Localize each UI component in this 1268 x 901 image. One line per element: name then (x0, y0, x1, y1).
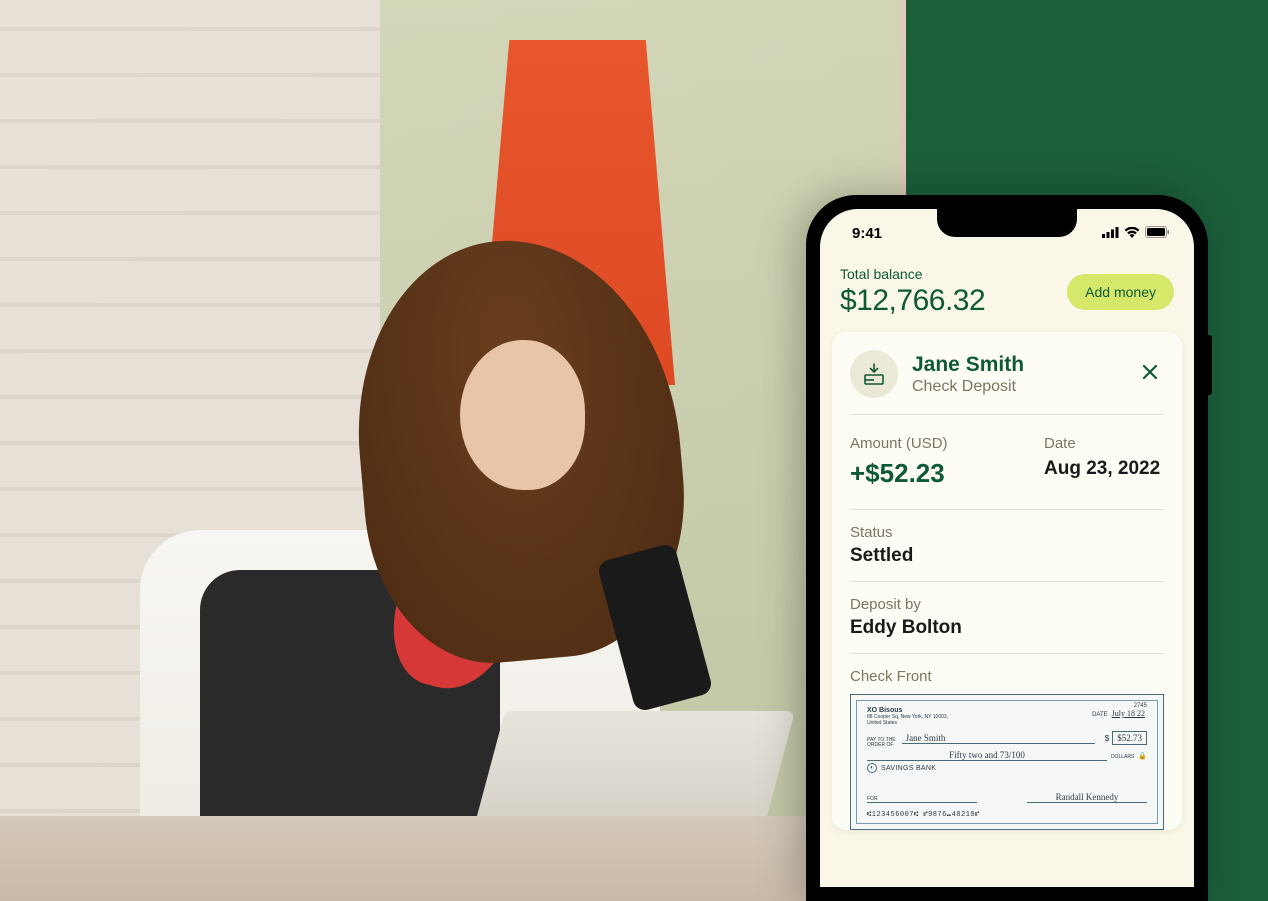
deposit-by-value: Eddy Bolton (850, 617, 1164, 639)
balance-header: Total balance $12,766.32 Add money (820, 248, 1194, 332)
bank-logo-icon: ◐ (867, 763, 877, 773)
total-balance-label: Total balance (840, 266, 985, 282)
status-icons (1102, 225, 1170, 242)
add-money-button[interactable]: Add money (1067, 274, 1174, 310)
check-image[interactable]: 2745 XO Bisous 88 Cooper Sq, New York, N… (850, 694, 1164, 830)
check-front-section: Check Front 2745 XO Bisous 88 Cooper Sq,… (850, 654, 1164, 830)
phone-notch (937, 209, 1077, 237)
status-time: 9:41 (852, 225, 882, 242)
phone-screen: 9:41 Total balance $12,766.32 Add money (820, 209, 1194, 887)
check-payer-addr2: United States (867, 720, 1147, 726)
check-amount-box: $52.73 (1112, 731, 1147, 745)
check-front-label: Check Front (850, 668, 932, 685)
battery-icon (1145, 225, 1170, 242)
lock-icon: 🔒 (1138, 752, 1147, 760)
status-value: Settled (850, 545, 1164, 567)
deposit-type: Check Deposit (912, 378, 1122, 396)
check-date-label: DATE (1092, 712, 1108, 718)
close-button[interactable] (1136, 360, 1164, 388)
check-for-label: FOR (867, 796, 878, 802)
phone-device-frame: 9:41 Total balance $12,766.32 Add money (806, 195, 1208, 901)
status-label: Status (850, 524, 1164, 541)
deposit-icon (850, 350, 898, 398)
deposit-card: Jane Smith Check Deposit Amount (USD) +$… (832, 332, 1182, 830)
amount-date-row: Amount (USD) +$52.23 Date Aug 23, 2022 (850, 415, 1164, 510)
table-surface (0, 816, 906, 901)
check-signature: Randall Kennedy (1027, 792, 1147, 803)
hero-photo (0, 0, 906, 901)
check-payto-value: Jane Smith (902, 733, 1095, 744)
total-balance-amount: $12,766.32 (840, 284, 985, 318)
check-dollars-label: DOLLARS (1111, 754, 1134, 760)
check-dollar-sign: $ (1105, 734, 1109, 743)
close-icon (1141, 363, 1159, 386)
check-bank-name: SAVINGS BANK (881, 765, 936, 772)
check-date-value: July 18 22 (1112, 709, 1145, 718)
check-micr-line: ⑆123456007⑆ ⑈9876⑉48210⑈ (867, 811, 980, 819)
status-field: Status Settled (850, 510, 1164, 582)
deposit-by-field: Deposit by Eddy Bolton (850, 582, 1164, 654)
check-written-amount: Fifty two and 73/100 (867, 750, 1107, 761)
wifi-icon (1124, 225, 1140, 242)
depositor-name: Jane Smith (912, 352, 1122, 377)
cellular-icon (1102, 225, 1119, 242)
check-payto-label2: ORDER OF (867, 743, 896, 748)
date-value: Aug 23, 2022 (1044, 458, 1160, 480)
amount-label: Amount (USD) (850, 435, 1024, 452)
card-header: Jane Smith Check Deposit (850, 350, 1164, 415)
amount-value: +$52.23 (850, 458, 1024, 489)
deposit-by-label: Deposit by (850, 596, 1164, 613)
date-label: Date (1044, 435, 1076, 452)
